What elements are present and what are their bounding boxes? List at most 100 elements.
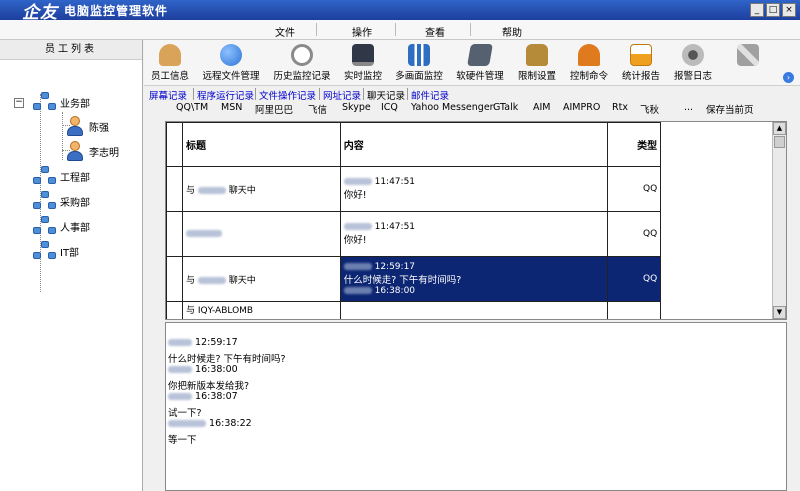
- table-row[interactable]: 与 聊天中 11:47:51 你好! QQ: [166, 166, 773, 212]
- chart-icon: [630, 44, 652, 66]
- tab-program-records[interactable]: 程序运行记录: [197, 88, 254, 102]
- menu-file[interactable]: 文件: [275, 24, 295, 39]
- tab-screen-records[interactable]: 屏幕记录: [149, 88, 187, 102]
- im-feiq[interactable]: 飞秋: [640, 102, 659, 116]
- message-time: 12:59:17: [374, 262, 416, 272]
- tab-mail-records[interactable]: 邮件记录: [411, 88, 449, 102]
- chat-meta-line: 12:59:17: [168, 337, 786, 351]
- tree-label: 工程部: [60, 172, 90, 184]
- empty-cell: [661, 302, 773, 320]
- menu-operation[interactable]: 操作: [352, 24, 372, 39]
- im-alibaba[interactable]: 阿里巴巴: [255, 102, 293, 116]
- tree-user-lizhiming[interactable]: 李志明: [64, 140, 119, 162]
- message-time: 11:47:51: [374, 177, 416, 187]
- im-aim[interactable]: AIM: [533, 102, 551, 113]
- toolbar-alarm-log-button[interactable]: 报警日志: [672, 40, 714, 86]
- tree-label: IT部: [60, 247, 80, 259]
- tab-url-records[interactable]: 网址记录: [323, 88, 361, 102]
- tree-user-chenqiang[interactable]: 陈强: [64, 115, 109, 137]
- column-header-type[interactable]: 类型: [607, 122, 662, 167]
- toolbar-history-button[interactable]: 历史监控记录: [272, 40, 332, 86]
- row-selector[interactable]: [166, 211, 183, 257]
- toolbar-employee-info-button[interactable]: 员工信息: [148, 40, 192, 86]
- tab-file-records[interactable]: 文件操作记录: [259, 88, 316, 102]
- menu-help[interactable]: 帮助: [502, 24, 522, 39]
- toolbar-multiscreen-button[interactable]: 多画面监控: [394, 40, 444, 86]
- maximize-button[interactable]: □: [766, 3, 780, 17]
- cell-title: [181, 211, 341, 257]
- laptop-icon: [467, 44, 493, 66]
- im-gtalk[interactable]: GTalk: [493, 102, 518, 113]
- redacted-sender: [168, 366, 192, 373]
- collapse-toggle[interactable]: −: [14, 98, 24, 108]
- redacted-contact: [197, 276, 226, 284]
- redacted-sender: [343, 287, 372, 294]
- toolbar-tools-button[interactable]: [734, 40, 762, 86]
- save-page-link[interactable]: 保存当前页: [706, 102, 754, 116]
- tree-group-it[interactable]: IT部: [33, 241, 79, 261]
- message-time: 16:38:00: [374, 286, 416, 296]
- scroll-up-icon[interactable]: ▲: [773, 122, 786, 135]
- column-header-content[interactable]: 内容: [339, 122, 609, 167]
- tree-group-engineering[interactable]: 工程部: [33, 166, 90, 186]
- tree-label: 人事部: [60, 222, 90, 234]
- tree-group-sales[interactable]: 业务部: [33, 92, 90, 112]
- grid-vertical-scrollbar[interactable]: ▲ ▼: [772, 122, 786, 319]
- chat-time: 12:59:17: [195, 337, 238, 348]
- employee-list-header: 员工列表: [0, 40, 142, 60]
- tab-chat-records[interactable]: 聊天记录: [367, 88, 405, 102]
- toolbar-next-icon[interactable]: ›: [783, 72, 794, 83]
- empty-cell: [661, 167, 773, 212]
- toolbar-label: 报警日志: [673, 71, 712, 82]
- toolbar-command-button[interactable]: 控制命令: [568, 40, 610, 86]
- toolbar-realtime-button[interactable]: 实时监控: [342, 40, 384, 86]
- im-icq[interactable]: ICQ: [381, 102, 398, 113]
- im-msn[interactable]: MSN: [221, 102, 242, 113]
- table-header-row: 标题 内容 类型: [166, 122, 773, 167]
- tree-group-purchasing[interactable]: 采购部: [33, 191, 90, 211]
- im-yahoo[interactable]: Yahoo Messenger: [411, 102, 494, 113]
- im-aimpro[interactable]: AIMPRO: [563, 102, 600, 113]
- minimize-button[interactable]: _: [750, 3, 764, 17]
- menu-separator: [395, 23, 396, 36]
- title-prefix: 与: [185, 275, 195, 286]
- chat-message: 你把新版本发给我?: [168, 380, 250, 392]
- tab-separator: [193, 88, 194, 100]
- column-header-title[interactable]: 标题: [181, 122, 341, 167]
- row-selector[interactable]: [166, 301, 183, 319]
- title-bar: 企友 电脑监控管理软件 _ □ ×: [0, 0, 800, 23]
- menu-view[interactable]: 查看: [425, 24, 445, 39]
- tab-separator: [363, 88, 364, 100]
- toolbar-software-button[interactable]: 软硬件管理: [454, 40, 506, 86]
- monitor-icon: [352, 44, 374, 66]
- table-row-selected[interactable]: 与 聊天中 12:59:17 什么时候走? 下午有时间吗? 16:38:00 Q…: [166, 256, 773, 302]
- menu-separator: [470, 23, 471, 36]
- row-selector[interactable]: [166, 256, 183, 302]
- toolbar-remote-file-button[interactable]: 远程文件管理: [200, 40, 262, 86]
- chat-message: 等一下: [168, 434, 197, 446]
- magnifier-icon: [291, 44, 313, 66]
- scroll-down-icon[interactable]: ▼: [773, 306, 786, 319]
- im-qq[interactable]: QQ\TM: [176, 102, 208, 113]
- table-row[interactable]: 11:47:51 你好! QQ: [166, 211, 773, 257]
- scroll-thumb[interactable]: [774, 136, 785, 148]
- network-group-icon: [33, 191, 57, 211]
- empty-cell: [661, 257, 773, 302]
- toolbar-report-button[interactable]: 统计报告: [620, 40, 662, 86]
- tree-group-hr[interactable]: 人事部: [33, 216, 90, 236]
- toolbar-restriction-button[interactable]: 限制设置: [516, 40, 558, 86]
- redacted-sender: [343, 178, 372, 185]
- network-icon: [408, 44, 430, 66]
- im-skype[interactable]: Skype: [342, 102, 371, 113]
- im-rtx[interactable]: Rtx: [612, 102, 628, 113]
- speaker-icon: [682, 44, 704, 66]
- table-row[interactable]: 与 IQY-ABLOMB: [166, 301, 773, 320]
- im-fetion[interactable]: 飞信: [308, 102, 327, 116]
- cell-content: 11:47:51 你好!: [339, 211, 609, 257]
- tab-separator: [407, 88, 408, 100]
- row-selector[interactable]: [166, 166, 183, 212]
- im-more[interactable]: ...: [684, 102, 693, 113]
- close-button[interactable]: ×: [782, 3, 796, 17]
- message-text: 你好!: [343, 235, 367, 246]
- cell-content: 11:47:51 你好!: [339, 166, 609, 212]
